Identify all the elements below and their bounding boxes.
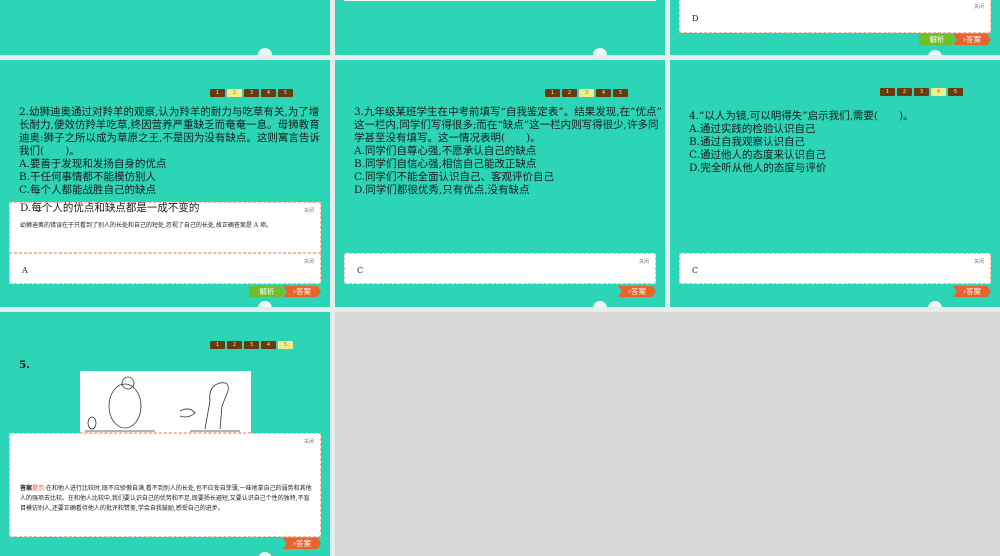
nav-1[interactable]: 1 xyxy=(545,89,560,97)
close-button[interactable]: 关闭 xyxy=(304,207,314,214)
question-nav: 12345 xyxy=(210,341,293,349)
option-d: D.完全听从他人的态度与评价 xyxy=(689,162,827,174)
answer-text: C xyxy=(692,266,699,275)
nav-2[interactable]: 2 xyxy=(227,341,242,349)
empty-area xyxy=(335,312,1000,556)
option-d: D.同学们都很优秀,只有优点,没有缺点 xyxy=(354,184,530,196)
nav-1[interactable]: 1 xyxy=(210,89,225,97)
option-b: B.同学们自信心强,相信自己能改正缺点 xyxy=(354,158,537,170)
answer-text: A xyxy=(22,266,28,275)
close-button[interactable]: 关闭 xyxy=(974,3,984,10)
option-b: B.通过自我观察认识自己 xyxy=(689,136,806,148)
nav-3[interactable]: 3 xyxy=(579,89,594,97)
close-button[interactable]: 关闭 xyxy=(974,258,984,265)
slide-question-3[interactable]: 12345 3.九年级某班学生在中考前填写“自我鉴定表”。结果发现,在“优点” … xyxy=(335,60,665,307)
slide-indicator xyxy=(593,301,607,307)
question-line: 迪奥:狮子之所以成为草原之王,不是因为没有缺点。这则寓言告诉 xyxy=(19,132,320,144)
cartoon-drawing xyxy=(85,376,240,432)
daan-button[interactable]: ›答案 xyxy=(618,286,656,297)
option-c: C.通过他人的态度来认识自己 xyxy=(689,149,826,161)
slide-indicator xyxy=(593,48,607,55)
slide-indicator xyxy=(928,50,942,55)
slide-indicator xyxy=(258,48,272,55)
slide-thumb-2[interactable] xyxy=(335,0,665,55)
question-nav: 12345 xyxy=(210,89,293,97)
question-line: 学甚至没有填写。这一情况表明( )。 xyxy=(354,132,541,144)
option-a: A.要善于发现和发扬自身的优点 xyxy=(19,158,167,170)
question-line: 我们( )。 xyxy=(19,145,80,157)
slide-thumb-3[interactable]: 关闭 D 解析 ›答案 xyxy=(670,0,1000,55)
slide-indicator xyxy=(928,301,942,307)
answer-explanation: 答案提示:在和他人进行比较时,既不应骄傲自满,看不到别人的长处,也不应妄自菲薄,… xyxy=(20,484,315,514)
question-nav: 12345 xyxy=(545,89,628,97)
answer-text: D xyxy=(692,14,699,23)
nav-2[interactable]: 2 xyxy=(897,88,912,96)
answer-label: 答案 xyxy=(20,485,33,492)
nav-4[interactable]: 4 xyxy=(261,89,276,97)
close-button[interactable]: 关闭 xyxy=(304,438,314,445)
slide-question-5[interactable]: 12345 5. 关闭 答案提示:在和他人进行比较时,既不应骄傲自满,看不到别人… xyxy=(0,312,330,556)
close-button[interactable]: 关闭 xyxy=(639,258,649,265)
answer-text: :在和他人进行比较时,既不应骄傲自满,看不到别人的长处,也不应妄自菲薄,一味地拿… xyxy=(20,485,312,512)
answer-box: 关闭 D xyxy=(679,0,991,33)
slide-question-2[interactable]: 12345 2.幼狮迪奥通过对羚羊的观察,认为羚羊的耐力与吃草有关,为了增 长耐… xyxy=(0,60,330,307)
option-b: B.干任何事情都不能模仿别人 xyxy=(19,171,157,183)
jiexi-button[interactable]: 解析 xyxy=(249,286,285,297)
nav-1[interactable]: 1 xyxy=(880,88,895,96)
daan-button[interactable]: ›答案 xyxy=(953,286,991,297)
slide-indicator xyxy=(258,301,272,307)
answer-box: 关闭 C xyxy=(679,253,991,284)
nav-2[interactable]: 2 xyxy=(562,89,577,97)
explanation-text: 幼狮迪奥的错误在于只看到了别人的长处和自己的短处,忽视了自己的长处,故正确答案是… xyxy=(20,222,272,229)
answer-text: C xyxy=(357,266,364,275)
nav-3[interactable]: 3 xyxy=(914,88,929,96)
question-line: 长耐力,便效仿羚羊吃草,终因营养严重缺乏而奄奄一息。母狮教育 xyxy=(19,119,320,131)
nav-4[interactable]: 4 xyxy=(261,341,276,349)
explanation-box: D.每个人的优点和缺点都是一成不变的 关闭 幼狮迪奥的错误在于只看到了别人的长处… xyxy=(9,202,321,253)
nav-4[interactable]: 4 xyxy=(596,89,611,97)
answer-box: 关闭 A xyxy=(9,253,321,284)
nav-5[interactable]: 5 xyxy=(948,88,963,96)
nav-3[interactable]: 3 xyxy=(244,89,259,97)
answer-box: 关闭 答案提示:在和他人进行比较时,既不应骄傲自满,看不到别人的长处,也不应妄自… xyxy=(9,433,321,537)
daan-button[interactable]: ›答案 xyxy=(283,286,321,297)
question-text: 3.九年级某班学生在中考前填写“自我鉴定表”。结果发现,在“优点” 这一栏内,同… xyxy=(354,106,662,197)
answer-box: 关闭 C xyxy=(344,253,656,284)
hint-label: 提示 xyxy=(32,485,45,492)
question-line: 3.九年级某班学生在中考前填写“自我鉴定表”。结果发现,在“优点” xyxy=(354,106,662,118)
nav-2[interactable]: 2 xyxy=(227,89,242,97)
daan-button[interactable]: ›答案 xyxy=(953,34,991,45)
answer-box-edge xyxy=(344,0,656,1)
question-text: 2.幼狮迪奥通过对羚羊的观察,认为羚羊的耐力与吃草有关,为了增 长耐力,便效仿羚… xyxy=(19,106,320,197)
question-line: 2.幼狮迪奥通过对羚羊的观察,认为羚羊的耐力与吃草有关,为了增 xyxy=(19,106,320,118)
cartoon-image xyxy=(80,371,251,433)
option-a: A.通过实践的检验认识自己 xyxy=(689,123,816,135)
option-a: A.同学们自尊心强,不愿承认自己的缺点 xyxy=(354,145,537,157)
option-c: C.每个人都能战胜自己的缺点 xyxy=(19,184,156,196)
question-nav: 12345 xyxy=(880,88,963,96)
nav-4[interactable]: 4 xyxy=(931,88,946,96)
option-d: D.每个人的优点和缺点都是一成不变的 xyxy=(20,202,200,214)
question-line: 4.“以人为镜,可以明得失”启示我们,需要( )。 xyxy=(689,110,914,122)
option-c: C.同学们不能全面认识自己、客观评价自己 xyxy=(354,171,554,183)
slide-indicator xyxy=(258,552,272,556)
slide-thumb-1[interactable] xyxy=(0,0,330,55)
slide-question-4[interactable]: 12345 4.“以人为镜,可以明得失”启示我们,需要( )。 A.通过实践的检… xyxy=(670,60,1000,307)
nav-5[interactable]: 5 xyxy=(613,89,628,97)
close-button[interactable]: 关闭 xyxy=(304,258,314,265)
jiexi-button[interactable]: 解析 xyxy=(919,34,955,45)
nav-3[interactable]: 3 xyxy=(244,341,259,349)
nav-5[interactable]: 5 xyxy=(278,341,293,349)
nav-5[interactable]: 5 xyxy=(278,89,293,97)
nav-1[interactable]: 1 xyxy=(210,341,225,349)
daan-button[interactable]: ›答案 xyxy=(283,538,321,549)
question-line: 这一栏内,同学们写得很多;而在“缺点”这一栏内则写得很少,许多同 xyxy=(354,119,659,131)
question-text: 4.“以人为镜,可以明得失”启示我们,需要( )。 A.通过实践的检验认识自己 … xyxy=(689,110,989,175)
